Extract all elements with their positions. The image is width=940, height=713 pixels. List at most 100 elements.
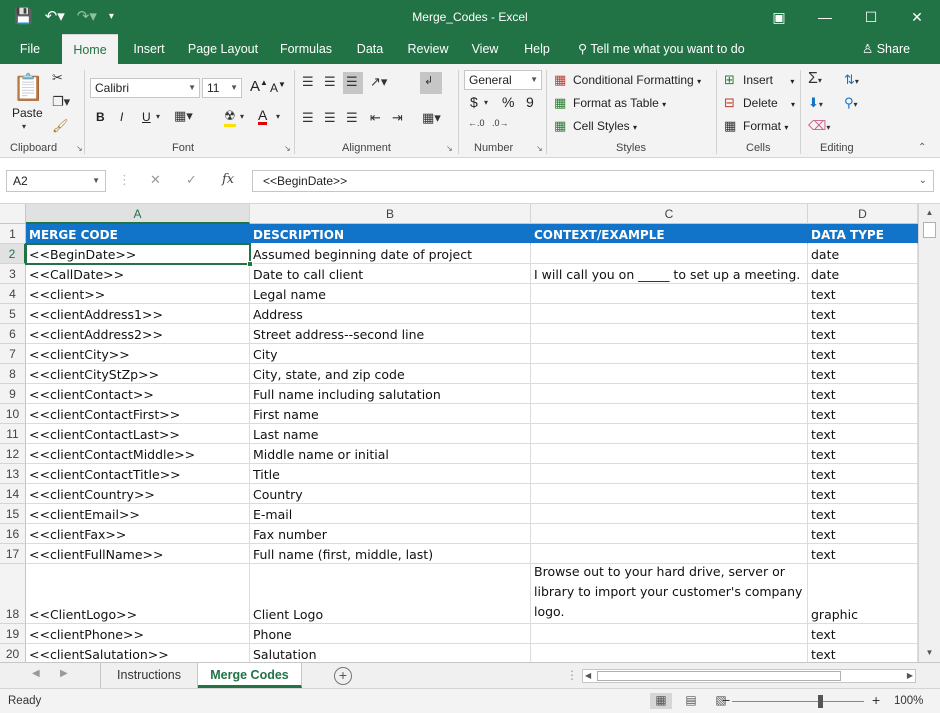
row-header[interactable]: 11 bbox=[0, 424, 26, 444]
table-cell[interactable]: <<clientPhone>> bbox=[26, 624, 250, 644]
table-cell[interactable]: text bbox=[808, 464, 918, 484]
table-cell[interactable]: text bbox=[808, 444, 918, 464]
table-cell[interactable] bbox=[531, 504, 808, 524]
table-cell[interactable]: City, state, and zip code bbox=[250, 364, 531, 384]
sort-filter-icon[interactable]: ⇅▾ bbox=[844, 72, 859, 88]
maximize-icon[interactable]: ☐ bbox=[848, 0, 894, 34]
zoom-slider-track[interactable] bbox=[732, 701, 864, 702]
zoom-out-button[interactable]: − bbox=[722, 692, 730, 708]
table-cell[interactable]: text bbox=[808, 344, 918, 364]
tell-me-box[interactable]: ⚲ Tell me what you want to do bbox=[578, 34, 745, 64]
close-icon[interactable]: ✕ bbox=[894, 0, 940, 34]
insert-cells-icon[interactable]: ⊞ bbox=[724, 72, 735, 88]
table-cell[interactable]: <<clientFullName>> bbox=[26, 544, 250, 564]
fill-handle[interactable] bbox=[247, 261, 253, 267]
delete-cells-button[interactable]: Delete ▾ bbox=[743, 96, 795, 110]
collapse-ribbon-icon[interactable]: ⌃ bbox=[918, 142, 926, 153]
conditional-formatting-icon[interactable]: ▦ bbox=[554, 72, 566, 88]
row-header[interactable]: 7 bbox=[0, 344, 26, 364]
comma-button[interactable]: 9 bbox=[526, 94, 534, 110]
column-header-a[interactable]: A bbox=[26, 204, 250, 224]
increase-decimal-icon[interactable]: ←.0 bbox=[468, 118, 485, 128]
table-header-cell[interactable]: DATA TYPE bbox=[808, 224, 918, 244]
delete-cells-icon[interactable]: ⊟ bbox=[724, 95, 735, 111]
table-cell[interactable]: <<clientFax>> bbox=[26, 524, 250, 544]
table-cell[interactable]: <<clientContactTitle>> bbox=[26, 464, 250, 484]
share-button[interactable]: ♙ Share bbox=[862, 34, 910, 64]
table-cell[interactable]: text bbox=[808, 484, 918, 504]
table-header-cell[interactable]: MERGE CODE bbox=[26, 224, 250, 244]
worksheet-grid[interactable]: A B C D 1 MERGE CODE DESCRIPTION CONTEXT/EX… bbox=[0, 204, 918, 662]
table-cell[interactable]: Street address--second line bbox=[250, 324, 531, 344]
tab-help[interactable]: Help bbox=[514, 34, 560, 64]
table-cell[interactable] bbox=[531, 544, 808, 564]
table-cell[interactable]: Fax number bbox=[250, 524, 531, 544]
table-cell[interactable]: <<clientEmail>> bbox=[26, 504, 250, 524]
insert-cells-button[interactable]: Insert ▾ bbox=[743, 73, 794, 87]
table-cell[interactable]: I will call you on _____ to set up a mee… bbox=[531, 264, 808, 284]
table-cell[interactable]: text bbox=[808, 384, 918, 404]
table-cell[interactable]: <<clientContactFirst>> bbox=[26, 404, 250, 424]
currency-dropdown-icon[interactable]: ▾ bbox=[484, 98, 488, 107]
clear-icon[interactable]: ⌫▾ bbox=[808, 118, 830, 134]
table-cell[interactable]: Phone bbox=[250, 624, 531, 644]
row-header[interactable]: 15 bbox=[0, 504, 26, 524]
table-cell[interactable] bbox=[531, 464, 808, 484]
table-cell[interactable]: City bbox=[250, 344, 531, 364]
alignment-launcher-icon[interactable]: ↘ bbox=[446, 144, 453, 153]
tab-file[interactable]: File bbox=[10, 34, 50, 64]
zoom-slider-thumb[interactable] bbox=[818, 695, 823, 708]
paste-dropdown-icon[interactable]: ▾ bbox=[22, 122, 26, 131]
orientation-icon[interactable]: ↗▾ bbox=[370, 74, 387, 90]
cancel-icon[interactable]: ✕ bbox=[150, 172, 161, 188]
table-cell[interactable]: <<clientContact>> bbox=[26, 384, 250, 404]
underline-button[interactable]: U bbox=[142, 110, 151, 124]
row-header[interactable]: 9 bbox=[0, 384, 26, 404]
table-cell[interactable] bbox=[531, 384, 808, 404]
zoom-in-button[interactable]: + bbox=[872, 692, 880, 708]
fill-dropdown-icon[interactable]: ▾ bbox=[240, 112, 244, 121]
font-name-box[interactable]: Calibri ▼ bbox=[90, 78, 200, 98]
decrease-indent-icon[interactable]: ⇤ bbox=[370, 110, 381, 126]
sheet-tab-instructions[interactable]: Instructions bbox=[100, 663, 198, 688]
format-painter-icon[interactable]: 🖌 bbox=[52, 118, 69, 134]
table-cell[interactable]: <<clientAddress1>> bbox=[26, 304, 250, 324]
table-cell[interactable] bbox=[531, 524, 808, 544]
cell-styles-icon[interactable]: ▦ bbox=[554, 118, 566, 134]
row-header[interactable]: 18 bbox=[0, 564, 26, 624]
number-format-box[interactable]: General ▼ bbox=[464, 70, 542, 90]
table-cell[interactable]: <<client>> bbox=[26, 284, 250, 304]
align-right-icon[interactable]: ☰ bbox=[346, 110, 358, 126]
table-cell[interactable]: text bbox=[808, 304, 918, 324]
table-cell[interactable]: E-mail bbox=[250, 504, 531, 524]
scroll-up-icon[interactable]: ▲ bbox=[919, 208, 940, 217]
row-header[interactable]: 10 bbox=[0, 404, 26, 424]
zoom-level[interactable]: 100% bbox=[894, 695, 923, 707]
align-left-icon[interactable]: ☰ bbox=[302, 110, 314, 126]
paste-button[interactable]: Paste bbox=[12, 106, 43, 120]
table-cell[interactable]: <<clientCountry>> bbox=[26, 484, 250, 504]
table-cell[interactable]: Assumed beginning date of project bbox=[250, 244, 531, 264]
top-align-icon[interactable]: ☰ bbox=[302, 74, 314, 90]
table-cell[interactable] bbox=[531, 344, 808, 364]
table-cell[interactable]: text bbox=[808, 544, 918, 564]
column-header-c[interactable]: C bbox=[531, 204, 808, 224]
row-header[interactable]: 16 bbox=[0, 524, 26, 544]
table-cell[interactable]: text bbox=[808, 524, 918, 544]
scroll-left-icon[interactable]: ◀ bbox=[585, 671, 591, 680]
sheet-next-icon[interactable]: ▶ bbox=[60, 668, 68, 679]
row-header[interactable]: 20 bbox=[0, 644, 26, 662]
bold-button[interactable]: B bbox=[96, 110, 105, 124]
table-cell[interactable] bbox=[531, 284, 808, 304]
vertical-scrollbar[interactable]: ▲ ▼ bbox=[918, 204, 940, 662]
tab-formulas[interactable]: Formulas bbox=[272, 34, 340, 64]
row-header[interactable]: 8 bbox=[0, 364, 26, 384]
middle-align-icon[interactable]: ☰ bbox=[324, 74, 336, 90]
table-cell[interactable]: <<clientAddress2>> bbox=[26, 324, 250, 344]
insert-function-button[interactable]: fx bbox=[222, 172, 234, 187]
borders-icon[interactable]: ▦▾ bbox=[174, 108, 193, 124]
tab-insert[interactable]: Insert bbox=[124, 34, 174, 64]
table-cell[interactable]: Full name (first, middle, last) bbox=[250, 544, 531, 564]
horizontal-scrollbar[interactable]: ◀ ▶ bbox=[582, 669, 916, 683]
font-size-box[interactable]: 11 ▼ bbox=[202, 78, 242, 98]
